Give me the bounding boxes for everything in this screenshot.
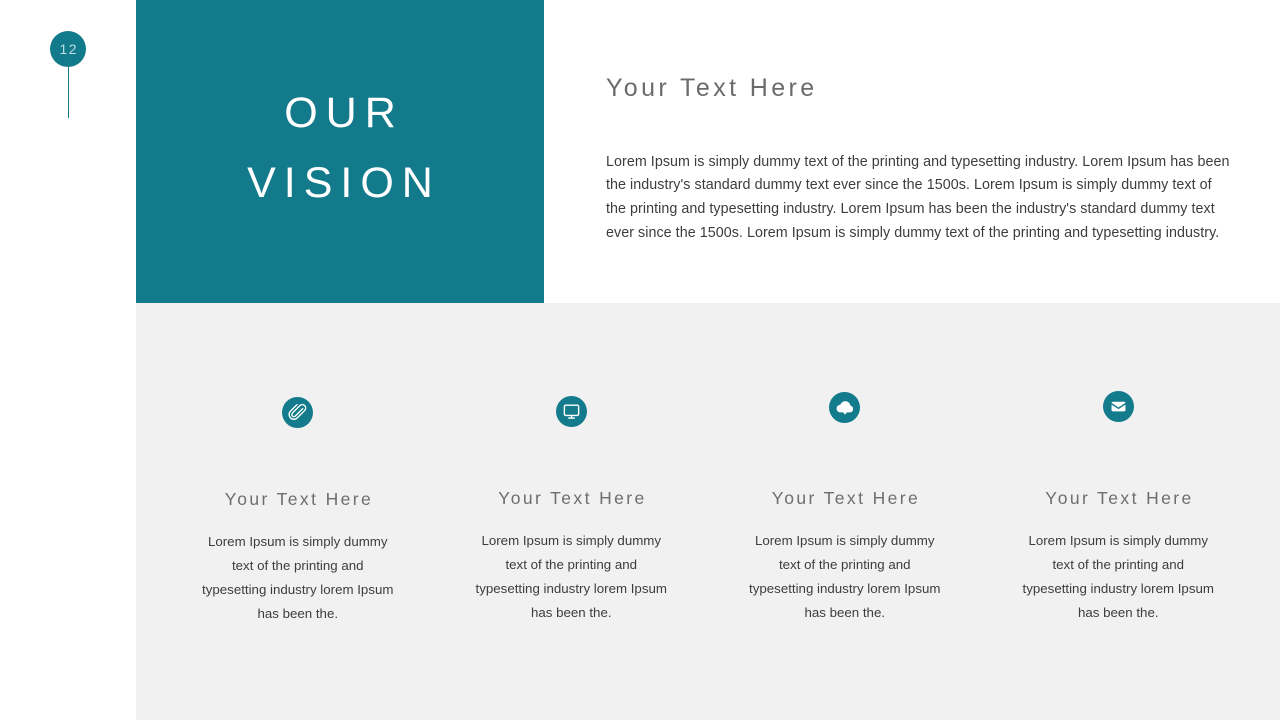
section-title-line-1: OUR [284, 88, 404, 137]
feature-body-1: Lorem Ipsum is simply dummy text of the … [202, 534, 394, 621]
intro-heading: Your Text Here [606, 74, 818, 102]
feature-body-3: Lorem Ipsum is simply dummy text of the … [749, 533, 941, 620]
feature-column-1: Your Text Here Lorem Ipsum is simply dum… [161, 303, 435, 720]
section-title-line-2: VISION [247, 158, 441, 207]
feature-heading-4: Your Text Here [1045, 488, 1194, 508]
feature-heading-1: Your Text Here [224, 489, 374, 509]
feature-column-3: Your Text Here Lorem Ipsum is simply dum… [708, 303, 982, 720]
feature-columns: Your Text Here Lorem Ipsum is simply dum… [136, 303, 1280, 720]
feature-heading-3: Your Text Here [771, 488, 921, 508]
envelope-icon[interactable] [1102, 391, 1134, 422]
badge-stem-line [67, 67, 69, 118]
feature-body-4: Lorem Ipsum is simply dummy text of the … [1022, 533, 1214, 620]
paperclip-icon[interactable] [282, 397, 314, 428]
slide-canvas: 12 OUR VISION Your Text Here Lorem Ipsum… [0, 0, 1280, 720]
intro-block: Your Text Here Lorem Ipsum is simply dum… [606, 72, 1232, 246]
page-number-badge-group: 12 [50, 31, 90, 121]
feature-body-2: Lorem Ipsum is simply dummy text of the … [475, 533, 667, 620]
feature-heading-2: Your Text Here [498, 488, 647, 508]
desktop-monitor-icon[interactable] [555, 396, 587, 427]
intro-body-text: Lorem Ipsum is simply dummy text of the … [606, 153, 1230, 241]
page-number-badge: 12 [50, 31, 86, 67]
section-title-block: OUR VISION [136, 0, 544, 303]
section-title: OUR VISION [239, 79, 441, 224]
cloud-download-icon[interactable] [829, 392, 861, 423]
feature-column-2: Your Text Here Lorem Ipsum is simply dum… [435, 303, 709, 720]
feature-column-4: Your Text Here Lorem Ipsum is simply dum… [982, 303, 1256, 720]
